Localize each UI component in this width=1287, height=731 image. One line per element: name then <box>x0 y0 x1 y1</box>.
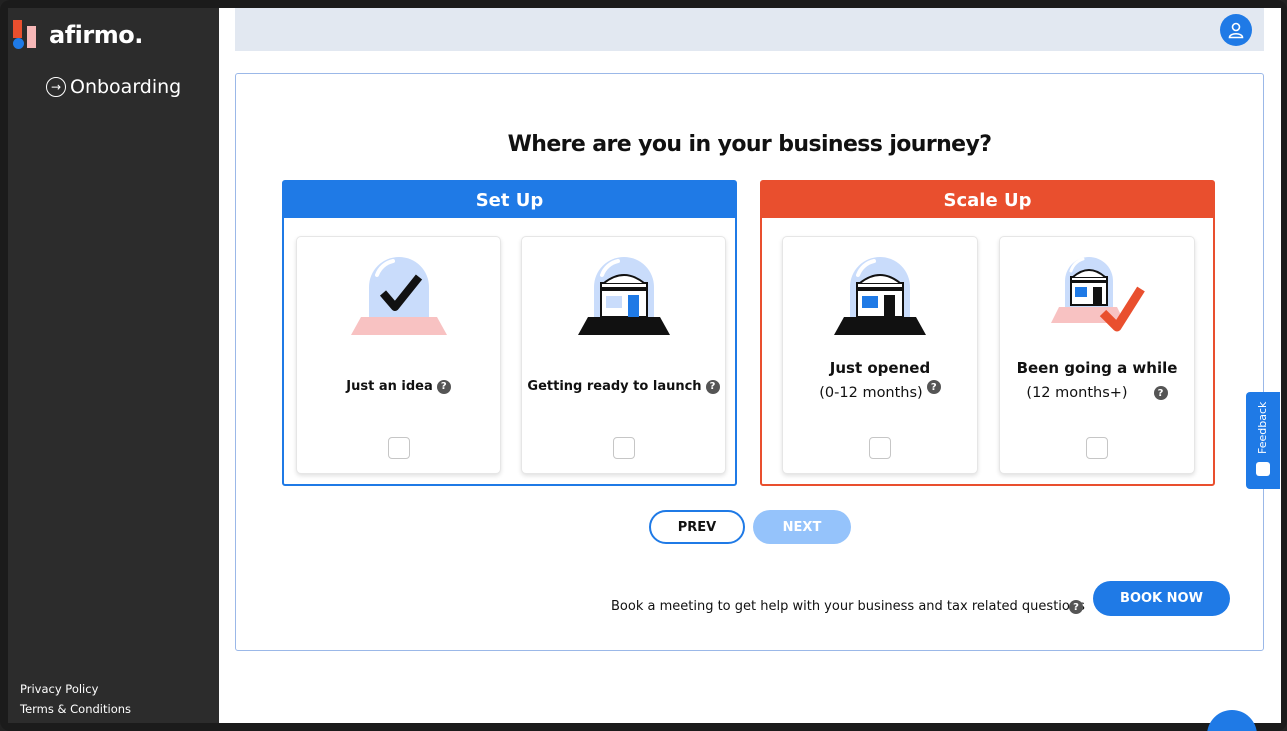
shop-dome-check-icon <box>1051 257 1145 332</box>
user-icon <box>1228 22 1244 39</box>
option-been-going-a-while[interactable]: Been going a while (12 months+)? <box>999 236 1195 474</box>
prev-button[interactable]: PREV <box>649 510 745 544</box>
option-checkbox[interactable] <box>612 437 635 459</box>
group-header: Scale Up <box>762 182 1213 218</box>
logo-mark <box>13 20 43 50</box>
feedback-label: Feedback <box>1256 401 1269 454</box>
arrow-right-circle-icon: → <box>46 77 66 97</box>
option-checkbox[interactable] <box>1086 437 1108 459</box>
idea-dome-check-icon <box>350 257 447 335</box>
sidebar-item-onboarding[interactable]: → Onboarding <box>46 76 181 98</box>
help-icon[interactable]: ? <box>926 380 941 394</box>
terms-conditions-link[interactable]: Terms & Conditions <box>20 699 131 719</box>
top-bar <box>235 8 1264 51</box>
sidebar-footer: Privacy Policy Terms & Conditions <box>20 679 131 719</box>
option-getting-ready-to-launch[interactable]: Getting ready to launch? <box>521 236 726 474</box>
booking-text: Book a meeting to get help with your bus… <box>611 599 1085 614</box>
option-sublabel: (12 months+) <box>1026 385 1128 401</box>
feedback-smile-icon <box>1256 462 1270 476</box>
onboarding-card: Where are you in your business journey? … <box>235 73 1264 651</box>
logo-text: afirmo. <box>49 21 143 49</box>
help-icon[interactable]: ? <box>1153 386 1168 400</box>
option-label: Been going a while <box>1016 359 1178 377</box>
help-icon[interactable]: ? <box>436 379 451 394</box>
option-checkbox[interactable] <box>869 437 891 459</box>
option-sublabel: (0-12 months) <box>819 385 923 401</box>
option-just-opened[interactable]: Just opened (0-12 months)? <box>782 236 978 474</box>
feedback-tab[interactable]: Feedback <box>1246 392 1280 489</box>
help-icon[interactable]: ? <box>705 379 720 394</box>
option-checkbox[interactable] <box>387 437 410 459</box>
app-window: afirmo. → Onboarding Privacy Policy Term… <box>0 0 1287 731</box>
group-scale-up: Scale Up Just opened (0-12 months) ? Bee… <box>760 180 1215 486</box>
next-button[interactable]: NEXT <box>753 510 851 544</box>
sidebar-item-label: Onboarding <box>70 76 182 98</box>
user-profile-button[interactable] <box>1220 14 1252 46</box>
question-heading: Where are you in your business journey? <box>507 132 992 157</box>
option-label: Just an idea <box>346 379 433 394</box>
shop-dome-icon <box>834 257 926 335</box>
logo[interactable]: afirmo. <box>13 20 143 50</box>
option-label: Getting ready to launch <box>527 379 702 394</box>
option-label: Just opened <box>829 359 931 377</box>
privacy-policy-link[interactable]: Privacy Policy <box>20 679 131 699</box>
sidebar: afirmo. → Onboarding Privacy Policy Term… <box>8 8 219 723</box>
option-just-an-idea[interactable]: Just an idea? <box>296 236 501 474</box>
book-now-button[interactable]: BOOK NOW <box>1093 581 1230 616</box>
group-header: Set Up <box>284 182 735 218</box>
group-set-up: Set Up Just an idea? Getting ready to la… <box>282 180 737 486</box>
help-icon[interactable]: ? <box>1069 600 1083 614</box>
main-area: Where are you in your business journey? … <box>219 8 1281 723</box>
shop-dome-icon <box>577 257 670 335</box>
